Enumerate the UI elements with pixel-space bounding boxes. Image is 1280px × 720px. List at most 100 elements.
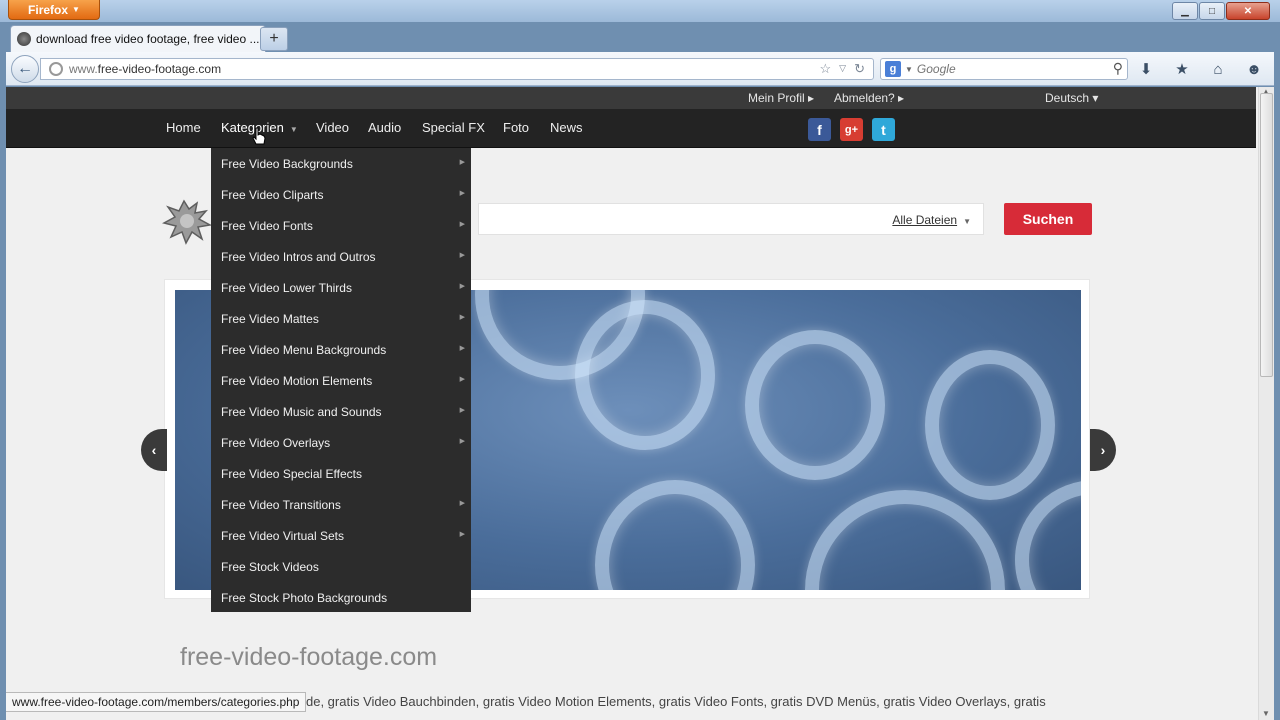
menu-item-label: Free Video Lower Thirds — [221, 280, 352, 295]
menu-item[interactable]: Free Video Lower Thirds ▶ — [211, 272, 471, 303]
nav-news[interactable]: News — [550, 120, 583, 135]
search-bar[interactable]: g ▼ ⚲ — [880, 58, 1128, 80]
site-search-input[interactable]: Alle Dateien ▼ — [478, 203, 984, 235]
menu-item[interactable]: Free Video Virtual Sets ▶ — [211, 520, 471, 551]
maximize-icon[interactable]: □ — [1199, 2, 1225, 20]
home-icon[interactable]: ⌂ — [1208, 59, 1228, 79]
url-bar[interactable]: www.free-video-footage.com ☆ ▽ ↻ — [40, 58, 874, 80]
reload-icon[interactable]: ↻ — [854, 61, 865, 77]
menu-item-label: Free Video Music and Sounds — [221, 404, 382, 419]
window-titlebar: Firefox ▼ ▁ □ ✕ — [0, 0, 1280, 22]
chevron-right-icon: ▶ — [459, 500, 465, 507]
chevron-down-icon: ▼ — [72, 5, 80, 14]
nav-home[interactable]: Home — [166, 120, 201, 135]
tab-title: download free video footage, free video … — [36, 32, 260, 46]
nav-special-fx[interactable]: Special FX — [422, 120, 485, 135]
search-input[interactable] — [916, 62, 1097, 76]
tab-strip: download free video footage, free video … — [6, 22, 1274, 52]
search-scope-label: Alle Dateien — [892, 213, 958, 227]
menu-item[interactable]: Free Video Intros and Outros ▶ — [211, 241, 471, 272]
slider-prev-button[interactable]: ‹ — [141, 429, 167, 471]
chevron-down-icon[interactable]: ▽ — [839, 63, 846, 77]
google-icon[interactable]: g — [885, 61, 901, 77]
new-tab-button[interactable]: + — [260, 27, 288, 51]
bookmark-star-icon[interactable]: ☆ — [820, 61, 832, 77]
close-icon[interactable]: ✕ — [1226, 2, 1270, 20]
profile-link[interactable]: Mein Profil ▸ — [748, 91, 814, 105]
chevron-right-icon: ▶ — [459, 376, 465, 383]
back-button[interactable]: ← — [11, 55, 39, 83]
nav-foto[interactable]: Foto — [503, 120, 529, 135]
menu-item-label: Free Video Fonts — [221, 218, 313, 233]
addon-icon[interactable]: ☻ — [1244, 59, 1264, 79]
chevron-down-icon: ▼ — [963, 217, 971, 226]
menu-item-label: Free Video Overlays — [221, 435, 331, 450]
chevron-right-icon: ▶ — [459, 531, 465, 538]
site-favicon-icon — [17, 32, 31, 46]
facebook-icon[interactable]: f — [808, 118, 831, 141]
menu-item-label: Free Stock Photo Backgrounds — [221, 590, 388, 605]
chevron-right-icon: ▶ — [459, 190, 465, 197]
logout-link[interactable]: Abmelden? ▸ — [834, 91, 904, 105]
menu-item[interactable]: Free Stock Photo Backgrounds — [211, 582, 471, 613]
chevron-down-icon: ▼ — [289, 125, 298, 134]
menu-item[interactable]: Free Video Motion Elements ▶ — [211, 365, 471, 396]
search-button[interactable]: Suchen — [1004, 203, 1092, 235]
firefox-menu-button[interactable]: Firefox ▼ — [8, 0, 100, 20]
nav-audio[interactable]: Audio — [368, 120, 401, 135]
site-title-heading: free-video-footage.com — [180, 643, 438, 671]
user-topbar: Mein Profil ▸ Abmelden? ▸ Deutsch ▾ — [6, 87, 1256, 109]
plus-icon: + — [269, 30, 279, 47]
chevron-right-icon: ▶ — [459, 159, 465, 166]
menu-item[interactable]: Free Video Transitions ▶ — [211, 489, 471, 520]
twitter-icon[interactable]: t — [872, 118, 895, 141]
menu-item-label: Free Video Motion Elements — [221, 373, 373, 388]
menu-item[interactable]: Free Video Fonts ▶ — [211, 210, 471, 241]
nav-video[interactable]: Video — [316, 120, 349, 135]
chevron-right-icon: ▶ — [459, 345, 465, 352]
chevron-right-icon: ▶ — [459, 314, 465, 321]
chevron-down-icon[interactable]: ▼ — [905, 65, 913, 74]
menu-item[interactable]: Free Video Mattes ▶ — [211, 303, 471, 334]
status-bar: www.free-video-footage.com/members/categ… — [6, 692, 307, 712]
chevron-left-icon: ‹ — [151, 442, 157, 458]
tab-active[interactable]: download free video footage, free video … — [10, 25, 266, 52]
navigation-toolbar: ← www.free-video-footage.com ☆ ▽ ↻ g ▼ ⚲… — [6, 52, 1274, 86]
tag-line-text: de, gratis Video Bauchbinden, gratis Vid… — [306, 694, 1046, 709]
arrow-left-icon: ← — [17, 60, 33, 77]
firefox-menu-label: Firefox — [28, 2, 69, 17]
chevron-right-icon: ▶ — [459, 407, 465, 414]
menu-item-label: Free Video Menu Backgrounds — [221, 342, 387, 357]
menu-item[interactable]: Free Video Special Effects — [211, 458, 471, 489]
url-text: www.free-video-footage.com — [69, 62, 222, 76]
menu-item-label: Free Video Mattes — [221, 311, 319, 326]
menu-item-label: Free Video Virtual Sets — [221, 528, 344, 543]
slider-next-button[interactable]: › — [1090, 429, 1116, 471]
language-select[interactable]: Deutsch ▾ — [1045, 91, 1098, 105]
menu-item[interactable]: Free Video Overlays ▶ — [211, 427, 471, 458]
page-viewport: Mein Profil ▸ Abmelden? ▸ Deutsch ▾ Home… — [6, 87, 1274, 720]
bookmarks-icon[interactable]: ★ — [1172, 59, 1192, 79]
chevron-right-icon: ▶ — [459, 283, 465, 290]
scroll-thumb[interactable] — [1260, 93, 1273, 377]
chevron-right-icon: ▶ — [459, 221, 465, 228]
magnifier-icon[interactable]: ⚲ — [1113, 60, 1123, 77]
menu-item[interactable]: Free Stock Videos — [211, 551, 471, 582]
hand-cursor-icon — [252, 127, 266, 145]
minimize-icon[interactable]: ▁ — [1172, 2, 1198, 20]
menu-item[interactable]: Free Video Cliparts ▶ — [211, 179, 471, 210]
menu-item-label: Free Video Intros and Outros — [221, 249, 376, 264]
chevron-right-icon: ▶ — [459, 252, 465, 259]
chevron-right-icon: ▶ — [459, 438, 465, 445]
scroll-down-icon[interactable]: ▼ — [1262, 709, 1270, 718]
google-plus-icon[interactable]: g+ — [840, 118, 863, 141]
download-icon[interactable]: ⬇ — [1136, 59, 1156, 79]
menu-item-label: Free Video Transitions — [221, 497, 341, 512]
menu-item[interactable]: Free Video Backgrounds ▶ — [211, 148, 471, 179]
menu-item[interactable]: Free Video Music and Sounds ▶ — [211, 396, 471, 427]
menu-item[interactable]: Free Video Menu Backgrounds ▶ — [211, 334, 471, 365]
vertical-scrollbar[interactable]: ▲ ▼ — [1258, 87, 1274, 720]
site-logo-icon[interactable] — [162, 197, 212, 245]
kategorien-dropdown-menu: Free Video Backgrounds ▶ Free Video Clipa… — [211, 148, 471, 612]
search-scope-select[interactable]: Alle Dateien ▼ — [892, 213, 971, 227]
